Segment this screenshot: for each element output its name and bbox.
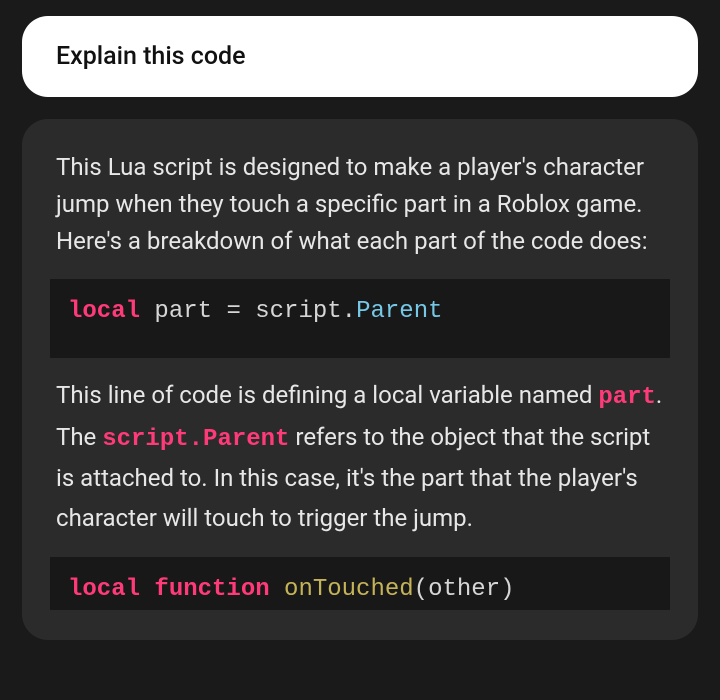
code-token-paren: ) [500, 576, 514, 603]
inline-code-part: part [598, 384, 656, 411]
code-token-paren: ( [414, 576, 428, 603]
text-segment: This line of code is defining a local va… [56, 381, 598, 409]
user-message-text: Explain this code [56, 42, 664, 71]
code-token-function-name: onTouched [284, 576, 414, 603]
code-token-space [270, 576, 284, 603]
code-block-1[interactable]: local part = script.Parent [50, 279, 670, 359]
code-token-dot: . [342, 298, 356, 325]
code-token-property: Parent [356, 298, 442, 325]
assistant-intro-paragraph: This Lua script is designed to make a pl… [56, 149, 664, 261]
code-token-space [140, 576, 154, 603]
code-block-2[interactable]: local function onTouched(other) [50, 557, 670, 611]
assistant-message: This Lua script is designed to make a pl… [22, 119, 698, 640]
code-token-operator: = [226, 298, 255, 325]
code-token-keyword: local [68, 576, 140, 603]
inline-code-scriptparent: script.Parent [102, 426, 289, 453]
code-token-param: other [428, 576, 500, 603]
user-message: Explain this code [22, 16, 698, 97]
code-token-keyword: local [68, 298, 140, 325]
code-token-ident: part [140, 298, 226, 325]
assistant-explain-paragraph: This line of code is defining a local va… [56, 376, 664, 538]
code-token-ident: script [255, 298, 341, 325]
code-token-keyword: function [154, 576, 269, 603]
